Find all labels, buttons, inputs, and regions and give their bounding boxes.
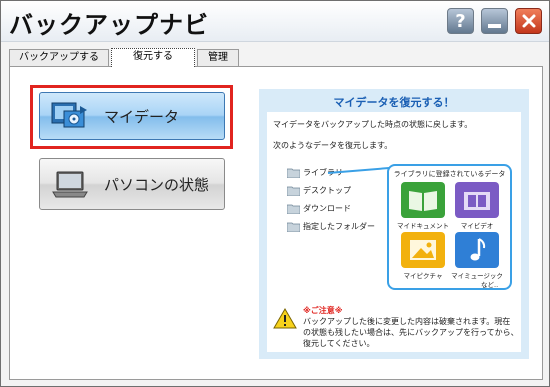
- info-line-2: 次のようなデータを復元します。: [273, 141, 393, 150]
- tab-restore[interactable]: 復元する: [111, 48, 195, 67]
- close-button[interactable]: [515, 8, 542, 34]
- info-line-1: マイデータをバックアップした時点の状態に戻します。: [273, 120, 473, 129]
- tile-label: マイピクチャ: [403, 272, 443, 280]
- info-title: マイデータを復元する！: [333, 96, 455, 109]
- library-box: ライブラリに登録されているデータ マイドキュメント マイビデオ マイピクチャ マ…: [387, 164, 512, 290]
- tile-label: マイドキュメント: [397, 222, 449, 230]
- picture-icon: [410, 240, 436, 260]
- tile-my-documents: [401, 182, 445, 218]
- folder-label: デスクトップ: [303, 186, 351, 195]
- title-bar: バックアップナビ ?: [1, 1, 549, 42]
- tile-label: マイビデオ: [460, 222, 494, 230]
- connector-line: [327, 167, 389, 174]
- folder-item-download: ダウンロード: [287, 203, 351, 214]
- window-title: バックアップナビ: [9, 11, 209, 39]
- tile-my-pictures: [401, 232, 445, 268]
- note-line-2: の状態も残したい場合は、先にバックアップを行ってから、: [303, 328, 519, 337]
- minimize-button[interactable]: [481, 8, 508, 34]
- mydata-button[interactable]: マイデータ: [39, 92, 225, 140]
- info-panel: マイデータを復元する！ マイデータをバックアップした時点の状態に戻します。 次の…: [259, 89, 529, 359]
- help-button[interactable]: ?: [447, 8, 474, 34]
- folder-icon: [287, 168, 300, 178]
- folder-label: ダウンロード: [303, 204, 351, 213]
- note-title: ※ご注意※: [303, 306, 343, 315]
- folder-item-desktop: デスクトップ: [287, 185, 351, 196]
- library-header: ライブラリに登録されているデータ: [393, 170, 506, 178]
- folder-icon: [287, 222, 300, 232]
- folder-label: 指定したフォルダー: [303, 222, 375, 231]
- mydata-label: マイデータ: [104, 107, 180, 126]
- book-icon: [409, 191, 437, 211]
- media-icon: [51, 102, 87, 128]
- tab-backup[interactable]: バックアップする: [9, 49, 109, 66]
- minimize-icon: [488, 23, 501, 28]
- warning-icon: [273, 308, 297, 329]
- tile-my-music: [455, 232, 499, 268]
- app-window: バックアップナビ ? バックアップする 復元する 管理 マイデータ パソコンの状…: [0, 0, 550, 387]
- info-content: マイデータをバックアップした時点の状態に戻します。 次のようなデータを復元します…: [267, 112, 521, 352]
- folder-icon: [287, 204, 300, 214]
- folder-item-specified: 指定したフォルダー: [287, 221, 375, 232]
- pc-state-button[interactable]: パソコンの状態: [39, 158, 225, 210]
- laptop-icon: [52, 171, 88, 198]
- tile-my-video: [455, 182, 499, 218]
- close-icon: [522, 14, 535, 28]
- music-note-icon: [470, 238, 486, 261]
- pc-state-label: パソコンの状態: [104, 175, 210, 194]
- note-line-3: 復元してください。: [303, 339, 375, 348]
- tab-manage[interactable]: 管理: [197, 49, 239, 66]
- folder-icon: [287, 186, 300, 196]
- note-line-1: バックアップした後に変更した内容は破棄されます。現在: [303, 317, 511, 326]
- film-icon: [464, 192, 490, 210]
- tiles-more: など..: [481, 281, 499, 289]
